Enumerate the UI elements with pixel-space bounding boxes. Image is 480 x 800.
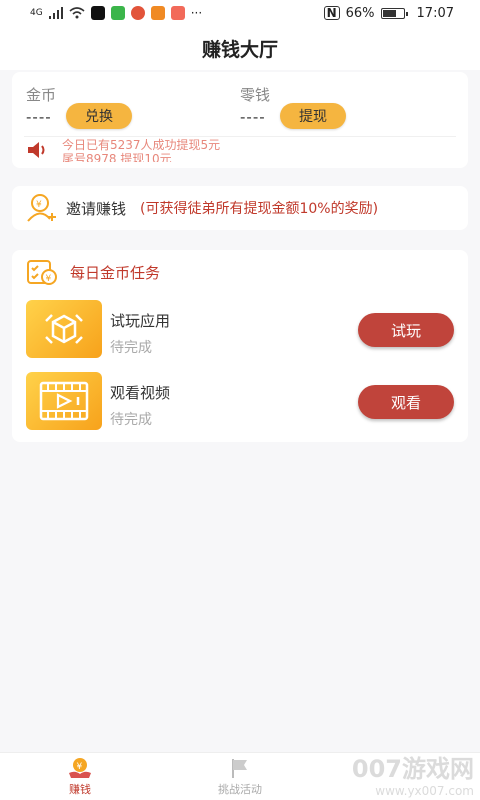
page-title: 赚钱大厅 — [201, 38, 278, 61]
nfc-icon: N — [323, 6, 340, 20]
video-app-icon — [150, 6, 165, 20]
withdraw-button[interactable]: 提现 — [280, 103, 346, 129]
tab-label: 挑战活动 — [218, 782, 262, 796]
coin-hand-icon: ¥ — [69, 757, 91, 778]
task-thumb — [26, 300, 102, 358]
task-name: 观看视频 — [110, 384, 171, 402]
coins-value: ---- — [26, 108, 52, 126]
game-app-icon — [170, 6, 185, 20]
notice-line-1: 今日已有5237人成功提现5元 — [62, 137, 221, 152]
status-left: 4G ··· — [30, 6, 202, 20]
task-item: 试玩应用 待完成 试玩 — [26, 300, 454, 360]
signal-icon — [48, 7, 63, 19]
flag-icon — [232, 758, 247, 778]
wallet-card: 金币 ---- 兑换 零钱 ---- 提现 今日已有5237人成功提现5元 尾号… — [12, 72, 468, 168]
clock: 17:07 — [416, 5, 454, 21]
notice-ticker: 今日已有5237人成功提现5元 尾号8978 提现10元 — [62, 138, 220, 163]
watch-video-button[interactable]: 观看 — [358, 385, 454, 419]
tab-earn[interactable]: ¥ 赚钱 — [0, 753, 160, 800]
tab-label: 赚钱 — [69, 782, 91, 796]
watermark-url: www.yx007.com — [375, 784, 474, 798]
task-list-icon: ¥ — [27, 260, 57, 285]
battery-percent: 66% — [345, 5, 375, 21]
tasks-header: ¥ 每日金币任务 — [26, 258, 160, 286]
invite-label: 邀请赚钱 — [66, 199, 127, 218]
task-item: 观看视频 待完成 观看 — [26, 372, 454, 432]
task-name: 试玩应用 — [110, 312, 171, 330]
speaker-icon — [28, 141, 45, 158]
invite-note: (可获得徒弟所有提现金额10%的奖励) — [140, 201, 379, 217]
svg-text:¥: ¥ — [36, 200, 42, 210]
try-app-button[interactable]: 试玩 — [358, 313, 454, 347]
exchange-button[interactable]: 兑换 — [66, 103, 132, 129]
task-status: 待完成 — [110, 340, 152, 356]
change-value: ---- — [240, 108, 266, 126]
signal-text: 4G — [30, 8, 43, 18]
tab-challenge[interactable]: 挑战活动 — [160, 753, 320, 800]
status-bar: 4G ··· N 66% 17:07 — [0, 0, 480, 26]
page-header: 赚钱大厅 — [0, 26, 480, 70]
wechat-icon — [110, 6, 125, 20]
person-icon — [130, 6, 145, 20]
coins-label: 金币 — [26, 86, 57, 104]
watermark: 007游戏网 www.yx007.com — [352, 749, 474, 798]
more-icon: ··· — [190, 6, 203, 20]
svg-text:¥: ¥ — [46, 274, 52, 284]
wifi-icon — [69, 7, 85, 19]
notice-line-2: 尾号8978 提现10元 — [62, 151, 172, 163]
battery-icon — [380, 7, 408, 19]
task-thumb — [26, 372, 102, 430]
status-right: N 66% 17:07 — [323, 5, 454, 21]
change-label: 零钱 — [240, 86, 271, 104]
tasks-title: 每日金币任务 — [70, 263, 161, 282]
tiktok-icon — [90, 6, 105, 20]
daily-tasks-card: ¥ 每日金币任务 试玩应用 待完成 试玩 观看视频 待完成 观看 — [12, 250, 468, 442]
task-status: 待完成 — [110, 412, 152, 428]
svg-text:¥: ¥ — [77, 762, 83, 772]
cube-icon — [45, 314, 83, 344]
notice-bar: 今日已有5237人成功提现5元 尾号8978 提现10元 — [24, 136, 456, 162]
invite-user-icon: ¥ — [27, 194, 56, 222]
watermark-title: 007游戏网 — [351, 755, 474, 783]
invite-row[interactable]: ¥ 邀请赚钱 (可获得徒弟所有提现金额10%的奖励) — [12, 186, 468, 230]
video-icon — [39, 381, 89, 421]
